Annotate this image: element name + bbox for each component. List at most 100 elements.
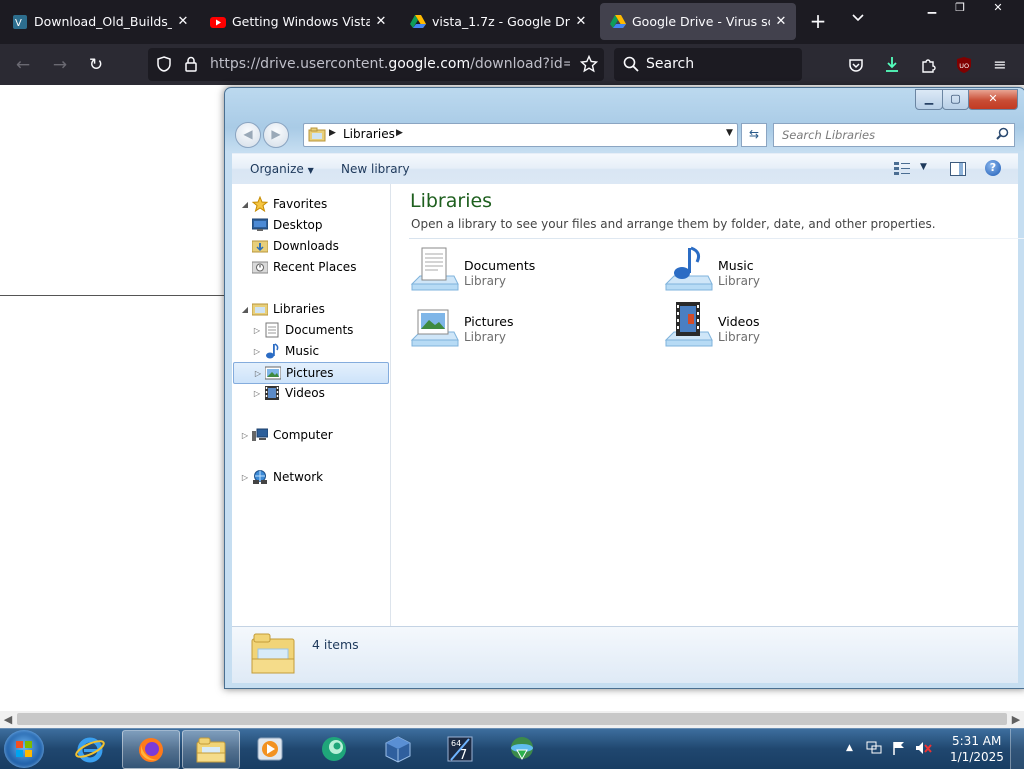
- refresh-icon[interactable]: ⇆: [741, 123, 767, 147]
- nav-desktop[interactable]: Desktop: [252, 215, 323, 235]
- preview-pane-icon[interactable]: [950, 162, 966, 176]
- extensions-puzzle-icon[interactable]: [915, 52, 941, 78]
- breadcrumb-libraries[interactable]: Libraries: [343, 127, 395, 141]
- browser-tab-active[interactable]: Google Drive - Virus scan w ✕: [600, 3, 796, 40]
- download-manager-icon[interactable]: [494, 730, 550, 767]
- windows-explorer-icon[interactable]: [182, 730, 240, 769]
- nav-recent-places[interactable]: Recent Places: [252, 257, 356, 277]
- window-maximize-icon[interactable]: ▢: [942, 89, 969, 110]
- start-orb-windows-icon[interactable]: [4, 730, 44, 768]
- new-tab-icon[interactable]: +: [806, 10, 830, 34]
- scrollbar-thumb[interactable]: [17, 713, 1007, 725]
- nav-libraries[interactable]: ◢ Libraries: [240, 299, 325, 319]
- volume-muted-icon[interactable]: [915, 741, 933, 758]
- forward-button-icon[interactable]: ▶: [263, 122, 289, 148]
- list-all-tabs-icon[interactable]: [848, 11, 868, 31]
- close-tab-icon[interactable]: ✕: [370, 14, 392, 29]
- nav-videos[interactable]: ▷ Videos: [252, 383, 325, 403]
- browser-toolbar: ← → ↻ https://drive.usercontent.google.c…: [0, 44, 1024, 85]
- internet-explorer-icon[interactable]: [62, 730, 118, 767]
- back-button-icon[interactable]: ◀: [235, 122, 261, 148]
- close-tab-icon[interactable]: ✕: [770, 14, 792, 29]
- green-app-icon[interactable]: [306, 730, 362, 767]
- betaarchive-icon: V: [12, 14, 28, 30]
- nav-documents[interactable]: ▷ Documents: [252, 320, 353, 340]
- svg-text:64: 64: [451, 739, 461, 748]
- lock-icon[interactable]: [184, 56, 198, 75]
- clock-time[interactable]: 5:31 AM: [952, 734, 1001, 748]
- collapsed-arrow-icon[interactable]: ▷: [240, 473, 250, 482]
- show-hidden-icons-icon[interactable]: ▲: [846, 743, 853, 753]
- window-close-icon[interactable]: ✕: [968, 89, 1018, 110]
- clock-date[interactable]: 1/1/2025: [950, 750, 1004, 764]
- network-tray-icon[interactable]: [866, 741, 882, 758]
- page-horizontal-scrollbar[interactable]: ◀ ▶: [0, 711, 1024, 728]
- bookmark-star-icon[interactable]: [579, 54, 599, 76]
- downloads-icon[interactable]: [879, 52, 905, 78]
- restore-icon[interactable]: ❐: [946, 0, 974, 18]
- close-icon[interactable]: ✕: [976, 0, 1020, 18]
- win7-installer-icon[interactable]: 64 7: [432, 730, 488, 767]
- window-minimize-icon[interactable]: ▁: [915, 89, 943, 110]
- nav-network[interactable]: ▷ Network: [240, 467, 323, 487]
- pocket-icon[interactable]: [843, 52, 869, 78]
- browser-tab[interactable]: vista_1.7z - Google Drive ✕: [400, 3, 596, 40]
- scroll-right-icon[interactable]: ▶: [1008, 712, 1024, 727]
- collapsed-arrow-icon[interactable]: ▷: [253, 369, 263, 378]
- reload-icon[interactable]: ↻: [83, 52, 109, 78]
- library-item-documents[interactable]: Documents Library: [410, 246, 650, 298]
- url-prefix: https://drive.usercontent.: [210, 56, 389, 72]
- scroll-left-icon[interactable]: ◀: [0, 712, 16, 727]
- help-icon[interactable]: ?: [985, 160, 1001, 176]
- tab-title: Download_Old_Builds_6_0: [34, 14, 172, 29]
- ublock-origin-icon[interactable]: UO: [951, 52, 977, 78]
- url-domain: google.com: [388, 56, 471, 72]
- media-player-icon[interactable]: [242, 730, 298, 767]
- hamburger-menu-icon[interactable]: ≡: [987, 52, 1013, 78]
- library-item-music[interactable]: Music Library: [664, 246, 904, 298]
- close-tab-icon[interactable]: ✕: [570, 14, 592, 29]
- svg-text:V: V: [15, 18, 22, 29]
- search-icon[interactable]: [996, 127, 1009, 143]
- nav-favorites[interactable]: ◢ Favorites: [240, 194, 327, 214]
- search-bar[interactable]: Search: [614, 48, 802, 81]
- collapsed-arrow-icon[interactable]: ▷: [252, 347, 262, 356]
- nav-music[interactable]: ▷ Music: [252, 341, 319, 361]
- collapsed-arrow-icon[interactable]: ▷: [252, 326, 262, 335]
- new-library-button[interactable]: New library: [341, 162, 410, 176]
- nav-pictures-selected[interactable]: ▷ Pictures: [233, 362, 389, 384]
- expanded-arrow-icon[interactable]: ◢: [240, 200, 250, 209]
- library-item-videos[interactable]: Videos Library: [664, 302, 904, 354]
- browser-tab[interactable]: V Download_Old_Builds_6_0 ✕: [2, 3, 198, 40]
- action-center-flag-icon[interactable]: [892, 741, 906, 758]
- nav-label: Pictures: [286, 366, 334, 380]
- command-bar: Organize ▼ New library ▼ ?: [232, 153, 1018, 186]
- close-tab-icon[interactable]: ✕: [172, 14, 194, 29]
- firefox-icon[interactable]: [122, 730, 180, 769]
- change-view-icon[interactable]: [894, 162, 910, 176]
- collapsed-arrow-icon[interactable]: ▷: [240, 431, 250, 440]
- tracking-protection-shield-icon[interactable]: [156, 56, 172, 75]
- address-bar[interactable]: ▶ Libraries ▶ ▼: [303, 123, 738, 147]
- breadcrumb-arrow-icon[interactable]: ▶: [396, 128, 403, 138]
- address-dropdown-icon[interactable]: ▼: [726, 128, 733, 138]
- collapsed-arrow-icon[interactable]: ▷: [252, 389, 262, 398]
- breadcrumb-arrow-icon[interactable]: ▶: [329, 128, 336, 138]
- expanded-arrow-icon[interactable]: ◢: [240, 305, 250, 314]
- search-libraries-input[interactable]: Search Libraries: [773, 123, 1015, 147]
- show-desktop-button[interactable]: [1010, 729, 1024, 769]
- url-text[interactable]: https://drive.usercontent.google.com/dow…: [210, 56, 570, 72]
- organize-button[interactable]: Organize ▼: [250, 162, 314, 176]
- recent-places-icon: [252, 259, 268, 275]
- minimize-icon[interactable]: ▁: [918, 0, 946, 18]
- nav-downloads[interactable]: Downloads: [252, 236, 339, 256]
- forward-arrow-icon[interactable]: →: [47, 52, 73, 78]
- browser-tab[interactable]: Getting Windows Vista to w ✕: [200, 3, 396, 40]
- view-dropdown-icon[interactable]: ▼: [920, 162, 927, 172]
- virtualbox-icon[interactable]: [370, 730, 426, 767]
- library-item-pictures[interactable]: Pictures Library: [410, 302, 650, 354]
- url-bar[interactable]: https://drive.usercontent.google.com/dow…: [148, 48, 604, 81]
- nav-computer[interactable]: ▷ Computer: [240, 425, 333, 445]
- nav-label: Documents: [285, 323, 354, 337]
- back-arrow-icon[interactable]: ←: [10, 52, 36, 78]
